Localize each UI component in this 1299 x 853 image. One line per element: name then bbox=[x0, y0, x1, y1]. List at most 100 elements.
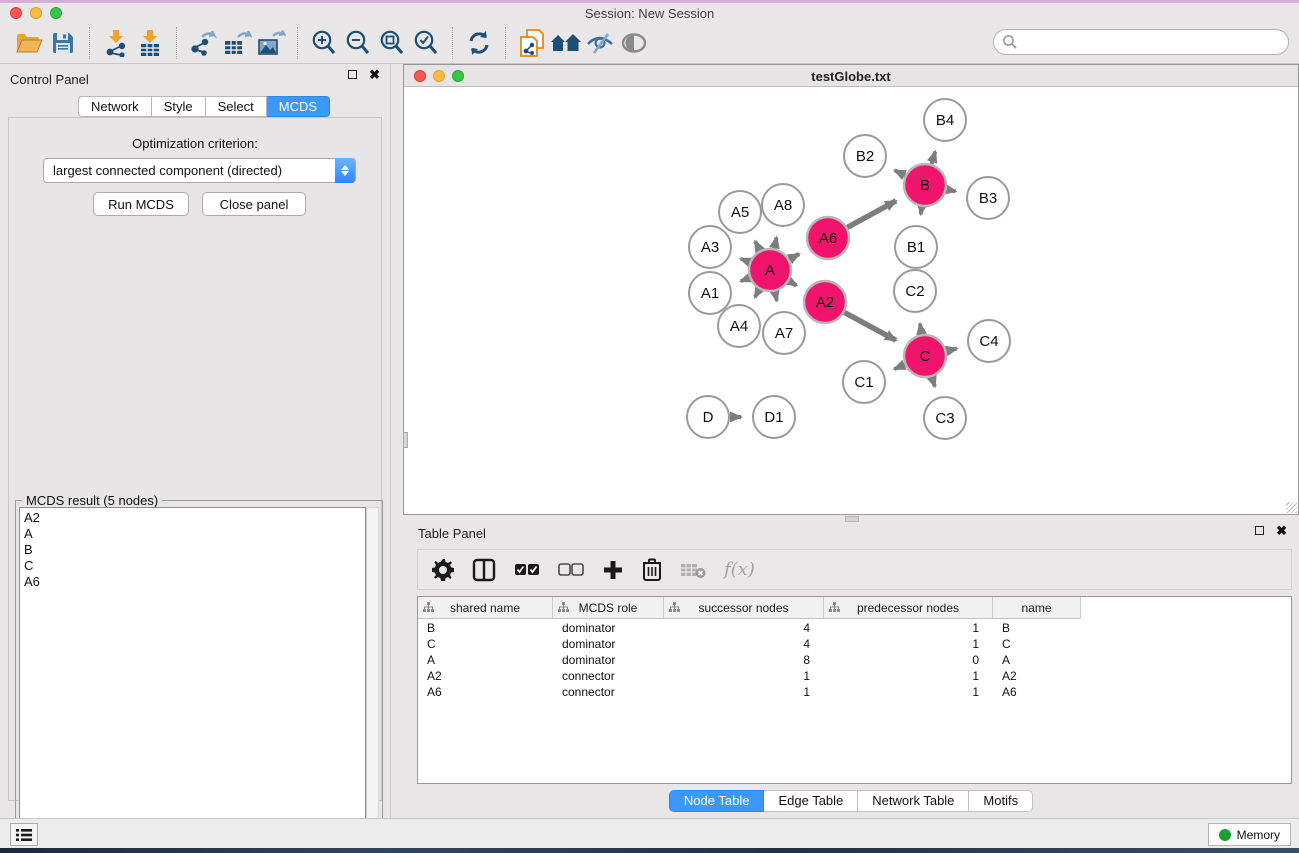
delete-column-icon[interactable] bbox=[642, 555, 662, 585]
table-cell: 4 bbox=[664, 620, 824, 636]
search-input[interactable] bbox=[993, 29, 1289, 55]
table-tabs: Node TableEdge TableNetwork TableMotifs bbox=[403, 790, 1299, 812]
tab-style[interactable]: Style bbox=[152, 96, 206, 117]
edge-C-C3[interactable] bbox=[932, 377, 935, 387]
table-row[interactable]: Adominator80A bbox=[418, 652, 1291, 668]
settings-gear-icon[interactable] bbox=[432, 555, 454, 585]
float-panel-icon[interactable] bbox=[348, 70, 357, 79]
column-header-MCDS-role[interactable]: MCDS role bbox=[553, 597, 664, 619]
titlebar: Session: New Session bbox=[0, 3, 1299, 23]
table-cell: 4 bbox=[664, 636, 824, 652]
import-network-icon[interactable] bbox=[99, 26, 133, 60]
edge-C-C2[interactable] bbox=[920, 324, 922, 335]
network-window-titlebar[interactable]: testGlobe.txt bbox=[404, 65, 1298, 87]
window-resize-grip[interactable] bbox=[1286, 502, 1297, 513]
tab-network-table[interactable]: Network Table bbox=[858, 790, 969, 812]
result-item[interactable]: A2 bbox=[24, 510, 365, 526]
column-header-name[interactable]: name bbox=[993, 597, 1081, 619]
deselect-all-icon[interactable] bbox=[558, 555, 584, 585]
criterion-select[interactable]: largest connected component (directed) bbox=[43, 158, 356, 183]
table-cell: A2 bbox=[418, 668, 553, 684]
tab-edge-table[interactable]: Edge Table bbox=[764, 790, 858, 812]
tab-mcds[interactable]: MCDS bbox=[267, 96, 330, 117]
edge-A2-C[interactable] bbox=[844, 312, 896, 340]
import-table-icon[interactable] bbox=[133, 26, 167, 60]
window-title: Session: New Session bbox=[0, 6, 1299, 21]
column-header-label: MCDS role bbox=[579, 601, 638, 615]
result-item[interactable]: A6 bbox=[24, 574, 365, 590]
table-cell: dominator bbox=[553, 652, 664, 668]
horizontal-splitter-grip[interactable] bbox=[845, 516, 859, 522]
tab-network[interactable]: Network bbox=[78, 96, 152, 117]
result-item[interactable]: B bbox=[24, 542, 365, 558]
edge-A-A8[interactable] bbox=[774, 237, 776, 248]
node-table[interactable]: shared name MCDS role successor nodes prede… bbox=[417, 596, 1292, 784]
column-view-icon[interactable] bbox=[472, 555, 496, 585]
edge-A6-B[interactable] bbox=[847, 201, 896, 228]
node-label-A1: A1 bbox=[701, 285, 719, 302]
result-scrollbar[interactable] bbox=[366, 507, 379, 841]
tree-hierarchy-icon bbox=[423, 602, 434, 616]
table-row[interactable]: A2connector11A2 bbox=[418, 668, 1291, 684]
edge-B-B2[interactable] bbox=[895, 170, 905, 175]
function-builder-icon[interactable]: f(x) bbox=[724, 555, 755, 585]
tab-motifs[interactable]: Motifs bbox=[969, 790, 1033, 812]
clone-network-icon[interactable] bbox=[515, 26, 549, 60]
edge-A-A5[interactable] bbox=[755, 241, 760, 250]
hide-selected-icon[interactable] bbox=[583, 26, 617, 60]
zoom-in-icon[interactable] bbox=[307, 26, 341, 60]
edge-A-A6[interactable] bbox=[789, 254, 799, 259]
export-table-icon[interactable] bbox=[220, 26, 254, 60]
mcds-result-list[interactable]: A2ABCA6 bbox=[19, 507, 366, 841]
tab-select[interactable]: Select bbox=[206, 96, 267, 117]
open-file-icon[interactable] bbox=[12, 26, 46, 60]
task-history-button[interactable] bbox=[10, 823, 38, 846]
network-graph: AA1A2A3A4A5A6A7A8BB1B2B3B4CC1C2C3C4DD1 bbox=[404, 87, 1298, 514]
zoom-selected-icon[interactable] bbox=[409, 26, 443, 60]
export-network-icon[interactable] bbox=[186, 26, 220, 60]
result-item[interactable]: A bbox=[24, 526, 365, 542]
memory-button[interactable]: Memory bbox=[1208, 823, 1291, 846]
run-mcds-button[interactable]: Run MCDS bbox=[93, 192, 189, 216]
zoom-fit-icon[interactable] bbox=[375, 26, 409, 60]
edge-A-A7[interactable] bbox=[775, 291, 777, 300]
splitter-grip[interactable] bbox=[403, 432, 408, 448]
close-panel-button[interactable]: Close panel bbox=[202, 192, 306, 216]
edge-A-A1[interactable] bbox=[741, 278, 750, 281]
edge-A-A2[interactable] bbox=[789, 281, 796, 285]
edge-C-C1[interactable] bbox=[894, 365, 904, 369]
toolbar-separator bbox=[297, 27, 298, 59]
show-all-icon[interactable] bbox=[617, 26, 651, 60]
node-label-A3: A3 bbox=[701, 239, 719, 256]
column-header-shared-name[interactable]: shared name bbox=[418, 597, 553, 619]
edge-C-C4[interactable] bbox=[946, 349, 956, 351]
tab-node-table[interactable]: Node Table bbox=[669, 790, 765, 812]
table-panel-title: Table Panel bbox=[418, 526, 486, 541]
add-column-icon[interactable] bbox=[602, 555, 624, 585]
network-canvas[interactable]: AA1A2A3A4A5A6A7A8BB1B2B3B4CC1C2C3C4DD1 bbox=[404, 87, 1298, 514]
column-header-label: successor nodes bbox=[698, 601, 788, 615]
edge-B-B1[interactable] bbox=[921, 207, 922, 215]
table-row[interactable]: A6connector11A6 bbox=[418, 684, 1291, 700]
edge-B-B4[interactable] bbox=[931, 152, 935, 164]
home-layout-icon[interactable] bbox=[549, 26, 583, 60]
edge-A-A3[interactable] bbox=[741, 259, 750, 262]
table-row[interactable]: Bdominator41B bbox=[418, 620, 1291, 636]
column-header-successor-nodes[interactable]: successor nodes bbox=[664, 597, 824, 619]
table-row[interactable]: Cdominator41C bbox=[418, 636, 1291, 652]
column-header-predecessor-nodes[interactable]: predecessor nodes bbox=[824, 597, 993, 619]
refresh-icon[interactable] bbox=[462, 26, 496, 60]
edge-B-B3[interactable] bbox=[947, 189, 956, 191]
close-table-panel-icon[interactable]: ✖ bbox=[1276, 526, 1287, 535]
zoom-out-icon[interactable] bbox=[341, 26, 375, 60]
save-session-icon[interactable] bbox=[46, 26, 80, 60]
close-panel-icon[interactable]: ✖ bbox=[369, 70, 380, 79]
float-table-panel-icon[interactable] bbox=[1255, 526, 1264, 535]
list-icon bbox=[16, 828, 32, 842]
select-all-icon[interactable] bbox=[514, 555, 540, 585]
edge-A-A4[interactable] bbox=[755, 289, 759, 297]
result-item[interactable]: C bbox=[24, 558, 365, 574]
table-cell: A6 bbox=[993, 684, 1081, 700]
delete-table-icon[interactable] bbox=[680, 555, 706, 585]
export-image-icon[interactable] bbox=[254, 26, 288, 60]
